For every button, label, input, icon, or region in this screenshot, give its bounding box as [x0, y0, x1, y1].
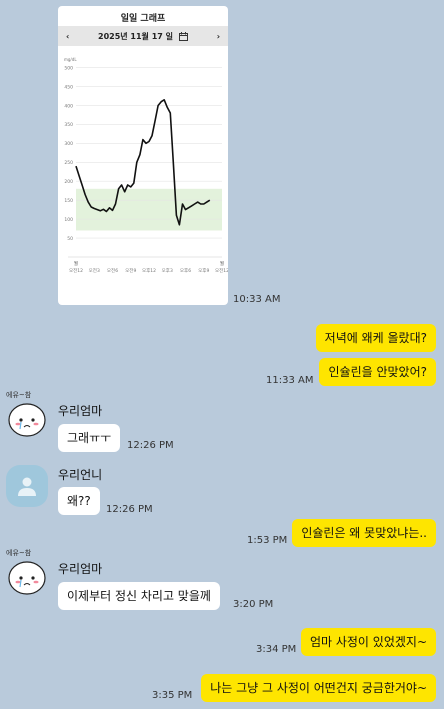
my-message-bubble[interactable]: 저녁에 왜케 올랐대?: [315, 324, 436, 352]
y-tick-label: 350: [64, 122, 73, 128]
my-message-bubble[interactable]: 인슐린을 안맞았어?: [319, 358, 436, 386]
message-time: 1:53 PM: [247, 535, 288, 546]
message-time: 3:20 PM: [233, 599, 274, 610]
x-tick-label: 오전3: [89, 267, 100, 274]
crying-character-icon: [8, 561, 46, 595]
graph-date: 2025년 11월 17 일: [98, 31, 173, 41]
my-message-bubble[interactable]: 엄마 사정이 있었겠지~: [300, 628, 436, 656]
x-tick-label: 오후6: [180, 268, 191, 274]
y-axis-label: mg/dL: [64, 57, 77, 62]
x-tick-label: 오전9: [125, 267, 136, 274]
avatar-caption: 에유~참: [6, 549, 32, 557]
message-time: 12:26 PM: [106, 504, 153, 515]
y-tick-label: 50: [67, 236, 73, 242]
default-profile-icon: [18, 477, 36, 496]
prev-date-arrow-icon[interactable]: ‹: [66, 32, 69, 41]
day-label: 월: [220, 260, 224, 267]
crying-character-icon: [8, 403, 46, 437]
sender-avatar[interactable]: 에유~참: [6, 549, 48, 597]
y-tick-label: 450: [64, 84, 73, 90]
other-message-bubble[interactable]: 이제부터 정신 차리고 맞을께: [58, 582, 220, 610]
graph-title: 일일 그래프: [120, 14, 166, 24]
x-tick-label: 오후12: [142, 268, 156, 274]
sender-name: 우리언니: [58, 468, 103, 482]
y-tick-label: 100: [64, 217, 73, 223]
chart-image-card[interactable]: 일일 그래프 ‹ 2025년 11월 17 일 › 500 450 400 350 30…: [58, 6, 228, 305]
x-tick-label: 오전6: [107, 267, 118, 274]
calendar-icon[interactable]: [178, 31, 188, 41]
message-time: 3:35 PM: [152, 690, 193, 701]
my-message-bubble[interactable]: 나는 그냥 그 사정이 어떤건지 궁금한거야~: [201, 674, 436, 702]
avatar-caption: 에유~참: [6, 391, 32, 399]
other-message-bubble[interactable]: 왜??: [58, 487, 100, 515]
x-tick-label: 오후3: [162, 268, 173, 274]
my-message-bubble[interactable]: 인슐린은 왜 못맞았냐는..: [292, 519, 436, 547]
message-time: 3:34 PM: [256, 644, 297, 655]
y-tick-label: 400: [64, 103, 73, 109]
sender-avatar[interactable]: 에유~참: [6, 391, 48, 439]
sender-name: 우리엄마: [58, 404, 103, 418]
y-tick-label: 500: [64, 65, 73, 71]
glucose-line-chart: 50045040035030025020015010050mg/dL월 월오전12…: [64, 57, 228, 274]
message-time: 11:33 AM: [266, 375, 314, 386]
other-message-bubble[interactable]: 그래ㅠㅜ: [58, 424, 121, 452]
y-tick-label: 250: [64, 160, 73, 166]
sender-name: 우리엄마: [58, 562, 103, 576]
y-tick-label: 150: [64, 198, 73, 204]
next-date-arrow-icon[interactable]: ›: [217, 32, 220, 41]
day-label: 월: [74, 260, 78, 267]
y-tick-label: 200: [64, 179, 73, 185]
sender-avatar[interactable]: [6, 465, 48, 507]
message-time: 12:26 PM: [127, 440, 174, 451]
message-time: 10:33 AM: [233, 294, 281, 305]
date-navigation-bar: ‹ 2025년 11월 17 일 ›: [58, 26, 228, 46]
x-tick-label: 오전12: [69, 267, 83, 274]
x-tick-label: 오전12: [215, 267, 228, 274]
y-tick-label: 300: [64, 141, 73, 147]
x-tick-label: 오후9: [198, 268, 209, 274]
